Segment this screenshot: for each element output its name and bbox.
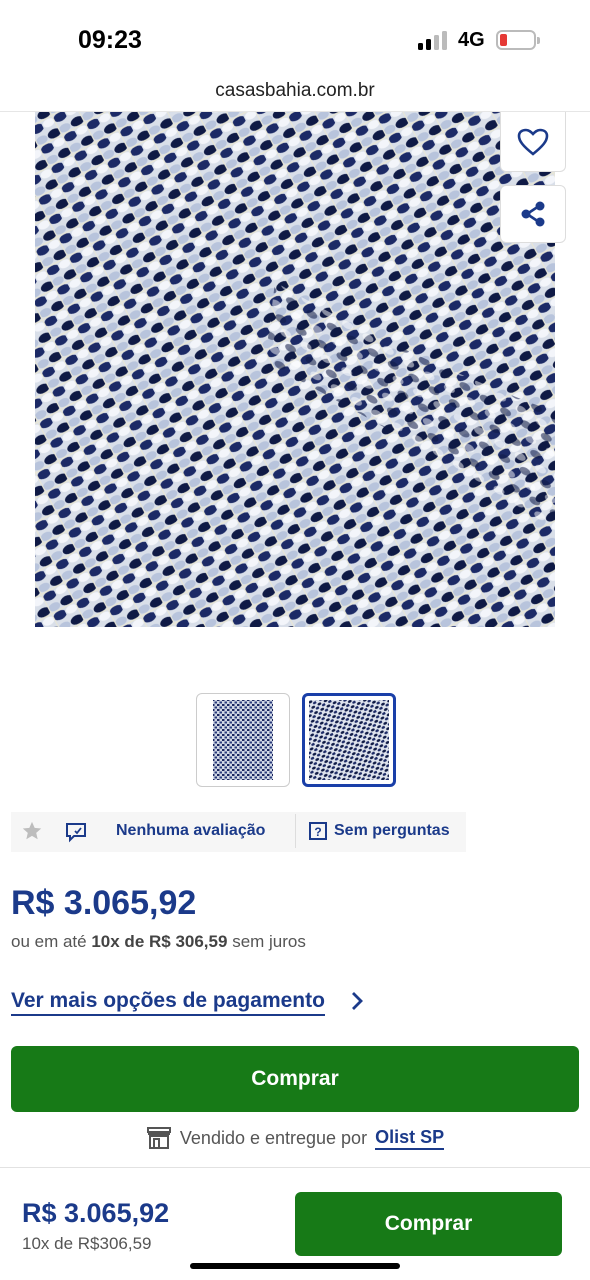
svg-text:?: ? <box>314 825 321 839</box>
address-bar[interactable]: casasbahia.com.br <box>0 76 590 112</box>
sticky-buy-button[interactable]: Comprar <box>295 1192 562 1256</box>
star-icon <box>22 821 42 840</box>
questions-link[interactable]: Sem perguntas <box>334 822 450 840</box>
store-icon <box>146 1127 171 1149</box>
signal-icon <box>418 30 450 50</box>
rating-bar: Nenhuma avaliação ? Sem perguntas <box>11 812 466 852</box>
home-indicator <box>190 1263 400 1269</box>
favorite-button[interactable] <box>500 112 566 172</box>
heart-icon <box>517 128 549 156</box>
installments-prefix: ou em até <box>11 932 87 951</box>
reviews-link[interactable]: Nenhuma avaliação <box>116 822 265 840</box>
seller-link[interactable]: Olist SP <box>375 1127 445 1150</box>
divider <box>295 814 296 848</box>
chevron-right-icon[interactable] <box>350 990 364 1012</box>
buy-button[interactable]: Comprar <box>11 1046 579 1112</box>
sticky-price: R$ 3.065,92 <box>22 1198 170 1228</box>
review-icon <box>66 823 86 843</box>
thumbnail-list <box>196 693 406 789</box>
installments-text: ou em até 10x de R$ 306,59 sem juros <box>11 932 306 952</box>
thumbnail-rug-image <box>213 700 273 780</box>
more-payment-options-link[interactable]: Ver mais opções de pagamento <box>11 988 325 1016</box>
product-price: R$ 3.065,92 <box>11 884 197 922</box>
seller-info: Vendido e entregue por Olist SP <box>0 1126 590 1155</box>
product-image[interactable] <box>35 112 555 627</box>
installments-suffix: sem juros <box>232 932 306 951</box>
share-button[interactable] <box>500 185 566 243</box>
share-icon <box>521 201 545 227</box>
battery-icon <box>496 30 540 50</box>
seller-prefix: Vendido e entregue por <box>179 1127 368 1148</box>
thumbnail-1[interactable] <box>196 693 290 787</box>
url-text: casasbahia.com.br <box>215 80 375 101</box>
status-bar: 09:23 4G <box>0 0 590 76</box>
question-icon: ? <box>309 822 327 840</box>
rug-texture-image <box>35 112 555 627</box>
sticky-installments: 10x de R$306,59 <box>22 1234 152 1253</box>
thumbnail-rug-image <box>309 700 389 780</box>
thumbnail-2-selected[interactable] <box>302 693 396 787</box>
status-time: 09:23 <box>78 26 142 54</box>
network-label: 4G <box>458 29 485 51</box>
installments-amount: 10x de R$ 306,59 <box>91 932 228 951</box>
